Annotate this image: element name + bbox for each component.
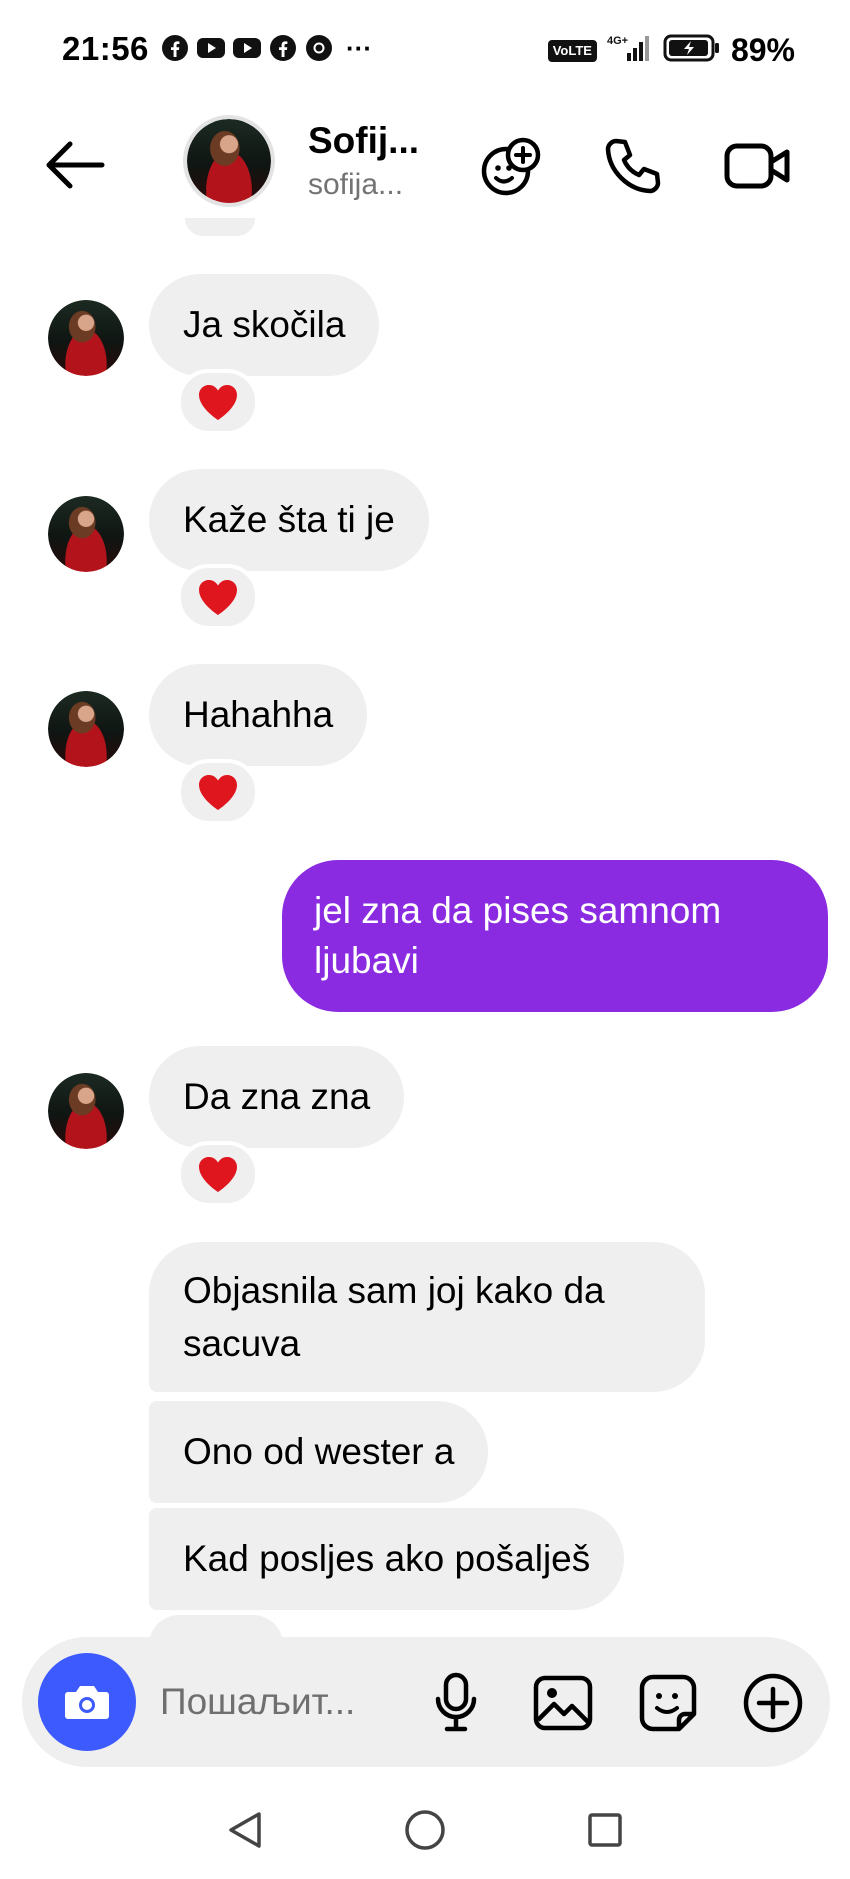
image-icon [533, 1675, 593, 1731]
sender-avatar[interactable] [48, 1073, 124, 1149]
status-right: VoLTE 4G+ 89% [547, 32, 795, 69]
heart-reaction[interactable] [177, 759, 259, 825]
triangle-back-icon [229, 1812, 261, 1848]
avatar-image [187, 119, 271, 203]
sender-avatar[interactable] [48, 496, 124, 572]
more-notifications: ··· [346, 33, 372, 63]
header-avatar[interactable] [183, 115, 275, 207]
incoming-message[interactable]: Objasnila sam joj kako da sacuva [149, 1242, 705, 1392]
nav-home-button[interactable] [395, 1800, 455, 1860]
status-time: 21:56 [62, 30, 149, 67]
camera-button[interactable] [38, 1653, 136, 1751]
voice-message-button[interactable] [420, 1667, 492, 1739]
battery-percent: 89% [730, 32, 795, 68]
heart-icon [199, 580, 237, 615]
circle-home-icon [405, 1810, 445, 1850]
effects-button[interactable] [475, 130, 547, 202]
sender-avatar[interactable] [48, 691, 124, 767]
contact-username[interactable]: sofija... [308, 168, 403, 202]
back-button[interactable] [40, 135, 110, 195]
heart-icon [199, 775, 237, 810]
video-call-button[interactable] [722, 130, 794, 202]
previous-reaction-pill [185, 218, 255, 236]
notification-icons: ··· [160, 33, 372, 63]
message-input[interactable] [160, 1673, 400, 1731]
gallery-button[interactable] [527, 1667, 599, 1739]
chat-header: Sofij... sofija... [0, 100, 850, 230]
sticker-button[interactable] [632, 1667, 704, 1739]
battery-icon [663, 34, 721, 67]
more-options-button[interactable] [737, 1667, 809, 1739]
incoming-message[interactable]: Kaže šta ti je [149, 469, 429, 571]
network-type: 4G+ [607, 35, 628, 47]
sticker-icon [639, 1674, 697, 1732]
square-recents-icon [588, 1813, 622, 1847]
incoming-message[interactable]: Hahahha [149, 664, 368, 766]
incoming-message[interactable]: Da zna zna [149, 1046, 405, 1148]
chrome-icon [304, 33, 334, 63]
outgoing-message[interactable]: jel zna da pises samnom ljubavi [282, 860, 828, 1012]
incoming-message[interactable]: Ono od wester a [149, 1401, 489, 1503]
facebook-icon [268, 33, 298, 63]
microphone-icon [435, 1672, 477, 1732]
heart-reaction[interactable] [177, 564, 259, 630]
heart-reaction[interactable] [177, 1141, 259, 1207]
phone-icon [605, 138, 661, 194]
nav-back-button[interactable] [215, 1800, 275, 1860]
audio-call-button[interactable] [597, 130, 669, 202]
signal-icon: 4G+ [607, 33, 653, 68]
incoming-message[interactable]: Kad posljes ako pošalješ [149, 1508, 625, 1610]
heart-icon [199, 385, 237, 420]
system-nav-bar [0, 1790, 850, 1879]
plus-circle-icon [743, 1673, 803, 1733]
face-plus-icon [481, 137, 541, 196]
contact-name[interactable]: Sofij... [308, 120, 419, 162]
youtube-icon [232, 33, 262, 63]
message-composer [22, 1637, 830, 1767]
arrow-left-icon [46, 141, 105, 189]
facebook-icon [160, 33, 190, 63]
camera-icon [65, 1686, 109, 1719]
sender-avatar[interactable] [48, 300, 124, 376]
nav-recents-button[interactable] [575, 1800, 635, 1860]
heart-reaction[interactable] [177, 369, 259, 435]
heart-icon [199, 1157, 237, 1192]
incoming-message[interactable]: Ja skočila [149, 274, 380, 376]
volte-badge: VoLTE [547, 39, 597, 62]
video-camera-icon [724, 143, 790, 189]
youtube-icon [196, 33, 226, 63]
status-bar: 21:56 ··· VoLTE 4G+ 89% [0, 0, 850, 100]
